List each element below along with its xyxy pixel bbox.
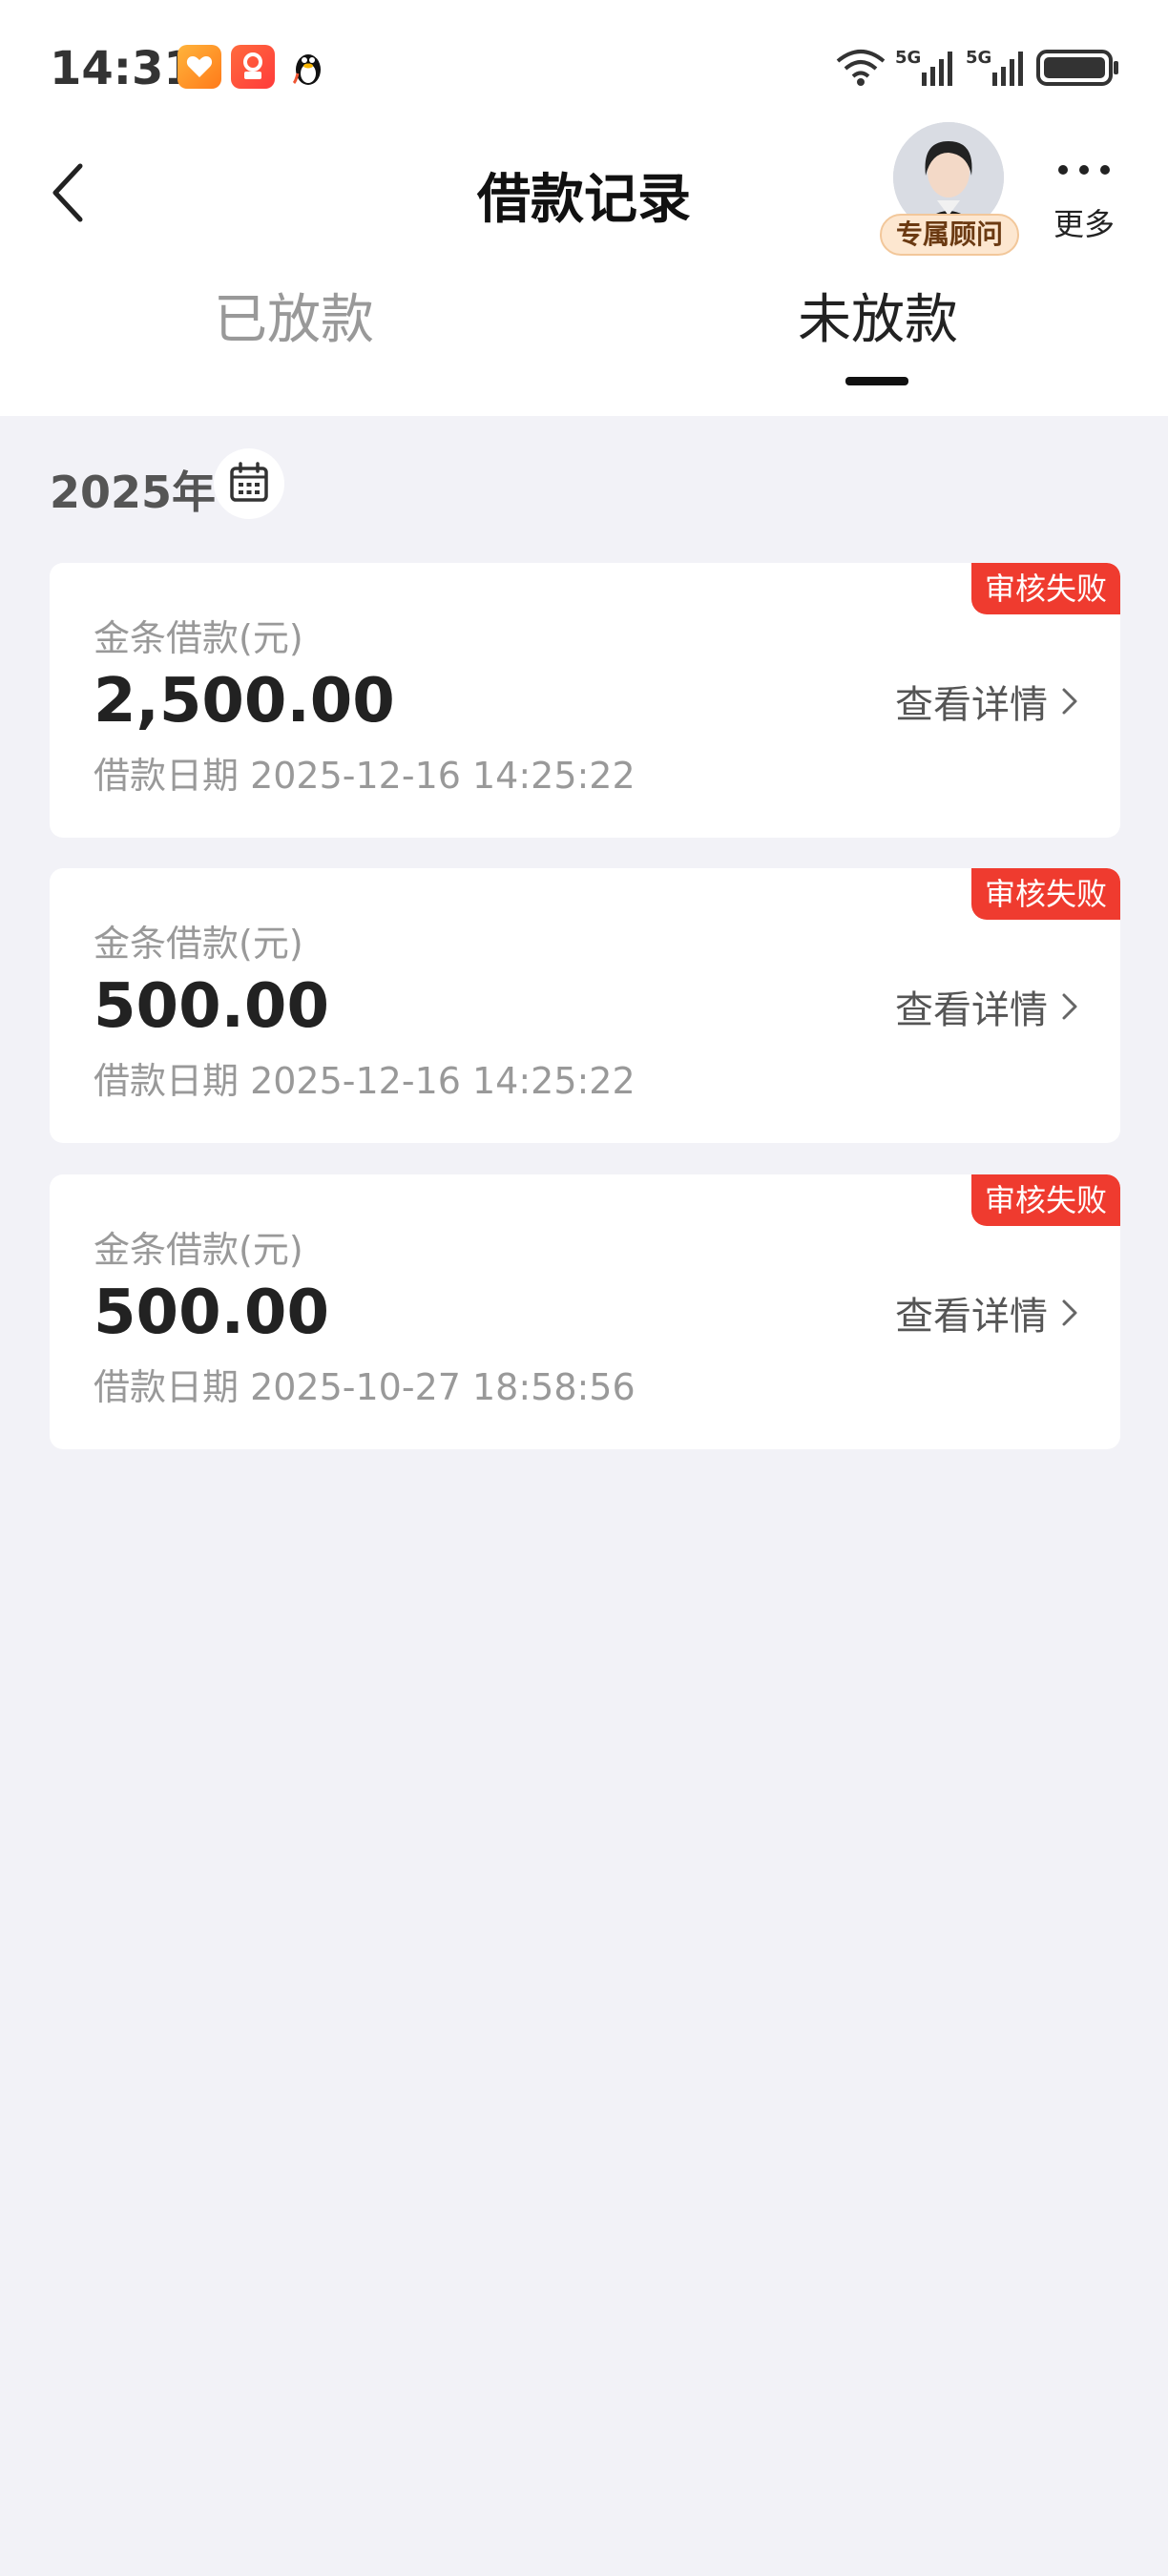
wifi-icon <box>836 50 886 86</box>
status-badge: 审核失败 <box>971 868 1120 920</box>
view-details-link[interactable]: 查看详情 <box>895 674 1080 729</box>
loan-date: 借款日期 2025-12-16 14:25:22 <box>94 1060 636 1102</box>
loan-record-card[interactable]: 审核失败 金条借款(元) 500.00 借款日期 2025-10-27 18:5… <box>50 1174 1120 1449</box>
status-time: 14:31 <box>50 42 196 95</box>
loan-type-label: 金条借款(元) <box>94 617 303 659</box>
tab-bar: 已放款 未放款 <box>0 277 1168 391</box>
view-details-label: 查看详情 <box>895 1295 1048 1339</box>
loan-type-label: 金条借款(元) <box>94 923 303 965</box>
loan-type-label: 金条借款(元) <box>94 1229 303 1271</box>
year-label: 2025年 <box>50 467 217 518</box>
chevron-right-icon <box>1062 688 1077 715</box>
loan-date: 借款日期 2025-12-16 14:25:22 <box>94 755 636 797</box>
view-details-link[interactable]: 查看详情 <box>895 1285 1080 1340</box>
app-notification-icon <box>231 45 275 89</box>
loan-amount: 2,500.00 <box>94 666 395 737</box>
status-badge: 审核失败 <box>971 563 1120 614</box>
loan-amount: 500.00 <box>94 1278 329 1348</box>
status-indicators: 5G 5G <box>836 46 1122 88</box>
advisor-button[interactable]: 专属顾问 <box>880 122 1019 256</box>
status-bar: 14:31 5G 5G <box>0 0 1168 134</box>
advisor-label: 专属顾问 <box>880 214 1019 256</box>
chevron-right-icon <box>1062 1299 1077 1326</box>
qq-notification-icon <box>286 45 330 89</box>
chevron-right-icon <box>1062 993 1077 1020</box>
tab-disbursed[interactable]: 已放款 <box>151 277 437 391</box>
loan-amount: 500.00 <box>94 971 329 1042</box>
more-label: 更多 <box>1053 206 1115 242</box>
nav-bar: 借款记录 专属顾问 更多 <box>0 122 1168 258</box>
status-badge: 审核失败 <box>971 1174 1120 1226</box>
signal-5g-icon: 5G <box>966 48 1023 86</box>
view-details-link[interactable]: 查看详情 <box>895 979 1080 1034</box>
signal-5g-icon: 5G <box>895 48 952 86</box>
loan-record-card[interactable]: 审核失败 金条借款(元) 2,500.00 借款日期 2025-12-16 14… <box>50 563 1120 838</box>
app-notification-icon <box>177 45 221 89</box>
more-button[interactable]: 更多 <box>1046 153 1122 248</box>
view-details-label: 查看详情 <box>895 683 1048 727</box>
loan-date: 借款日期 2025-10-27 18:58:56 <box>94 1366 636 1408</box>
calendar-icon <box>230 462 268 502</box>
svg-text:5G: 5G <box>895 48 921 68</box>
tab-not-disbursed[interactable]: 未放款 <box>735 277 1021 391</box>
more-dots-icon <box>1058 165 1110 175</box>
active-tab-indicator <box>845 377 908 385</box>
calendar-button[interactable] <box>214 448 284 519</box>
battery-icon <box>1036 50 1118 86</box>
view-details-label: 查看详情 <box>895 988 1048 1032</box>
loan-record-card[interactable]: 审核失败 金条借款(元) 500.00 借款日期 2025-12-16 14:2… <box>50 868 1120 1143</box>
svg-text:5G: 5G <box>966 48 991 68</box>
